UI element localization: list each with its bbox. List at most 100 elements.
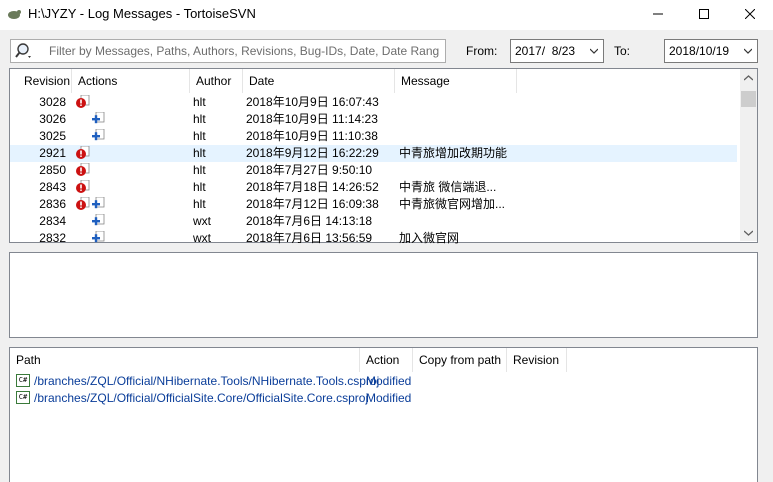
minimize-icon <box>653 13 663 15</box>
error-icon <box>76 146 90 159</box>
filter-search-box[interactable] <box>10 39 446 63</box>
row-revision: 2921 <box>39 146 66 160</box>
search-icon[interactable] <box>14 41 34 61</box>
error-icon <box>76 95 90 108</box>
row-message <box>399 111 527 128</box>
row-date: 2018年10月9日 11:14:23 <box>246 112 378 126</box>
row-author: hlt <box>193 197 206 211</box>
row-author: hlt <box>193 129 206 143</box>
row-actions <box>76 196 136 213</box>
path-text[interactable]: /branches/ZQL/Official/NHibernate.Tools/… <box>34 373 379 390</box>
row-message: 加入微官网 <box>399 231 460 245</box>
column-header-path-revision[interactable]: Revision <box>507 348 567 372</box>
row-revision: 2850 <box>39 163 66 177</box>
csharp-file-icon: C# <box>16 391 30 404</box>
row-author: hlt <box>193 163 206 177</box>
row-date: 2018年7月12日 16:09:38 <box>246 197 379 211</box>
error-icon <box>76 197 90 210</box>
from-date-picker[interactable]: 2017/ 8/23 <box>510 39 604 63</box>
log-row[interactable]: 3025 hlt 2018年10月9日 11:10:38 <box>10 128 737 145</box>
column-header-message[interactable]: Message <box>395 69 517 93</box>
row-actions <box>76 145 136 162</box>
modified-icon <box>92 112 105 124</box>
maximize-button[interactable] <box>681 0 727 30</box>
scroll-down-icon[interactable] <box>744 230 753 236</box>
column-header-date[interactable]: Date <box>243 69 395 93</box>
path-text[interactable]: /branches/ZQL/Official/OfficialSite.Core… <box>34 390 368 407</box>
column-header-revision[interactable]: Revision <box>10 69 72 93</box>
column-header-path[interactable]: Path <box>10 348 360 372</box>
from-label: From: <box>466 44 498 58</box>
row-message: 中青旅微官网增加... <box>399 197 506 211</box>
close-button[interactable] <box>727 0 773 30</box>
to-label: To: <box>614 44 631 58</box>
row-author: hlt <box>193 95 206 109</box>
scroll-thumb[interactable] <box>741 91 756 107</box>
column-header-actions[interactable]: Actions <box>72 69 190 93</box>
chevron-down-icon[interactable] <box>590 47 598 55</box>
window-title: H:\JYZY - Log Messages - TortoiseSVN <box>28 6 256 21</box>
log-row[interactable]: 2836 hlt 2018年7月12日 16:09:38 中青旅微官网增加... <box>10 196 737 213</box>
log-row[interactable]: 2850 hlt 2018年7月27日 9:50:10 <box>10 162 737 179</box>
row-actions <box>76 179 136 196</box>
row-message <box>399 94 527 111</box>
title-bar: H:\JYZY - Log Messages - TortoiseSVN <box>0 0 773 30</box>
row-actions <box>76 162 136 179</box>
row-author: wxt <box>193 231 211 245</box>
row-author: hlt <box>193 146 206 160</box>
log-row[interactable]: 3026 hlt 2018年10月9日 11:14:23 <box>10 111 737 128</box>
changed-paths-list[interactable]: Path Action Copy from path Revision C# /… <box>9 347 758 482</box>
row-revision: 2832 <box>39 231 66 245</box>
modified-icon <box>92 214 105 226</box>
to-date-picker[interactable]: 2018/10/19 <box>664 39 758 63</box>
error-icon <box>76 180 90 193</box>
row-revision: 3028 <box>39 95 66 109</box>
row-date: 2018年10月9日 16:07:43 <box>246 95 379 109</box>
column-header-author[interactable]: Author <box>190 69 243 93</box>
from-date-value: 2017/ 8/23 <box>515 44 576 58</box>
log-message-panel[interactable] <box>9 252 758 338</box>
to-date-value: 2018/10/19 <box>669 44 730 58</box>
modified-icon <box>92 129 105 141</box>
log-row[interactable]: 2843 hlt 2018年7月18日 14:26:52 中青旅 微信端退... <box>10 179 737 196</box>
row-message <box>399 128 527 145</box>
row-message: 中青旅 微信端退... <box>399 180 497 194</box>
log-list[interactable]: Revision Actions Author Date Message 302… <box>9 68 758 245</box>
log-row[interactable]: 2834 wxt 2018年7月6日 14:13:18 <box>10 213 737 230</box>
row-date: 2018年7月6日 13:56:59 <box>246 231 373 245</box>
path-action: Modified <box>366 374 412 388</box>
log-scrollbar[interactable] <box>740 69 757 241</box>
csharp-file-icon: C# <box>16 374 30 387</box>
row-message: 中青旅增加改期功能 <box>399 146 508 160</box>
chevron-down-icon[interactable] <box>744 47 752 55</box>
row-date: 2018年7月6日 14:13:18 <box>246 214 373 228</box>
row-date: 2018年7月18日 14:26:52 <box>246 180 379 194</box>
row-author: wxt <box>193 214 211 228</box>
error-icon <box>76 163 90 176</box>
row-message <box>399 213 527 230</box>
minimize-button[interactable] <box>635 0 681 30</box>
path-row[interactable]: C# /branches/ZQL/Official/NHibernate.Too… <box>16 373 576 390</box>
column-header-action[interactable]: Action <box>360 348 413 372</box>
log-row[interactable]: 2832 wxt 2018年7月6日 13:56:59 加入微官网 <box>10 230 737 247</box>
modified-icon <box>92 197 105 209</box>
path-row[interactable]: C# /branches/ZQL/Official/OfficialSite.C… <box>16 390 576 407</box>
row-date: 2018年10月9日 11:10:38 <box>246 129 378 143</box>
row-author: hlt <box>193 180 206 194</box>
maximize-icon <box>699 9 709 19</box>
column-header-copy-from-path[interactable]: Copy from path <box>413 348 507 372</box>
row-actions <box>76 213 136 230</box>
row-revision: 2843 <box>39 180 66 194</box>
row-revision: 3025 <box>39 129 66 143</box>
row-author: hlt <box>193 112 206 126</box>
scroll-up-icon[interactable] <box>744 75 753 81</box>
path-action: Modified <box>366 391 412 405</box>
row-revision: 2836 <box>39 197 66 211</box>
log-row[interactable]: 2921 hlt 2018年9月12日 16:22:29 中青旅增加改期功能 <box>10 145 737 162</box>
row-revision: 2834 <box>39 214 66 228</box>
filter-input[interactable] <box>49 42 439 60</box>
row-date: 2018年9月12日 16:22:29 <box>246 146 379 160</box>
row-actions <box>76 94 136 111</box>
log-row[interactable]: 3028 hlt 2018年10月9日 16:07:43 <box>10 94 737 111</box>
row-actions <box>76 111 136 128</box>
